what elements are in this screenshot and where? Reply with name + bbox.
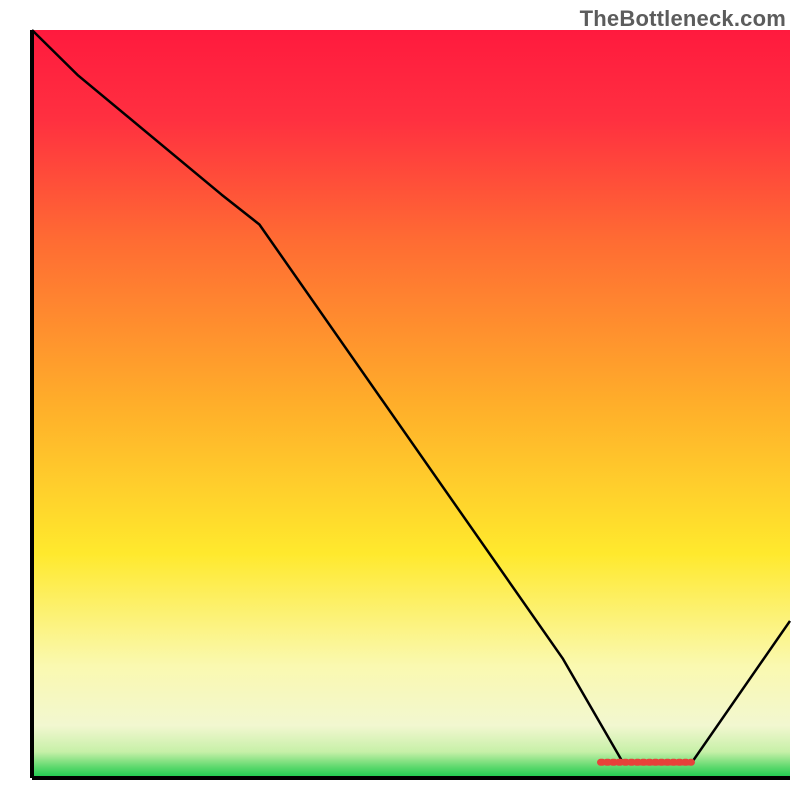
- bottleneck-chart: [0, 0, 800, 800]
- watermark-text: TheBottleneck.com: [580, 6, 786, 32]
- chart-container: { "watermark": "TheBottleneck.com", "cha…: [0, 0, 800, 800]
- gradient-background: [32, 30, 790, 778]
- plot-area: [32, 30, 790, 778]
